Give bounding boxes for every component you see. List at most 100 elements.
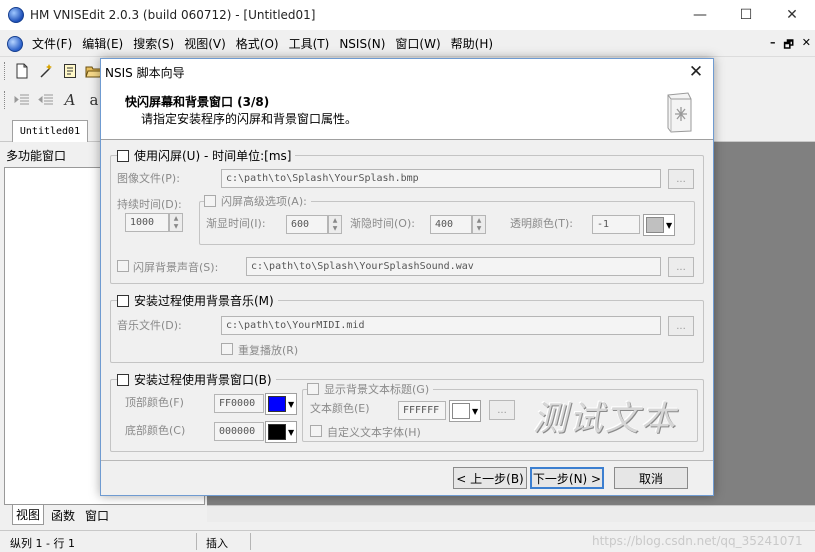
fadeout-spinner[interactable]: ▲ ▼ — [472, 215, 486, 234]
fadein-label: 渐显时间(I): — [206, 217, 266, 230]
music-group: 安装过程使用背景音乐(M) 音乐文件(D): c:\path\to\YourMI… — [110, 292, 704, 363]
fadeout-input[interactable]: 400 — [430, 215, 472, 234]
menu-window[interactable]: 窗口(W) — [390, 35, 445, 52]
wizard-wand-icon[interactable] — [37, 62, 55, 80]
tab-windows[interactable]: 窗口 — [82, 506, 112, 525]
window-controls: — ☐ ✕ — [677, 0, 815, 30]
repeat-label: 重复播放(R) — [238, 344, 299, 357]
splash-sound-label: 闪屏背景声音(S): — [133, 261, 219, 274]
duration-input[interactable]: 1000 — [125, 213, 169, 232]
close-window-button[interactable]: ✕ — [769, 0, 815, 30]
image-file-label: 图像文件(P): — [117, 172, 180, 185]
menu-bar: 文件(F) 编辑(E) 搜索(S) 视图(V) 格式(O) 工具(T) NSIS… — [0, 31, 815, 57]
font-browse-button[interactable]: ... — [489, 400, 515, 420]
advanced-options-checkbox[interactable] — [204, 195, 216, 207]
insert-mode: 插入 — [206, 537, 228, 550]
app-logo-icon — [8, 7, 24, 23]
bottom-color-picker[interactable]: ▼ — [265, 421, 297, 443]
back-button[interactable]: < 上一步(B) — [453, 467, 527, 489]
toolbar-grip[interactable] — [4, 62, 7, 80]
sound-browse-button[interactable]: ... — [668, 257, 694, 277]
step-title: 快闪屏幕和背景窗口 (3/8) — [125, 95, 270, 109]
new-file-icon[interactable] — [13, 62, 31, 80]
advanced-options-label: 闪屏高级选项(A): — [221, 195, 307, 208]
watermark-text: https://blog.csdn.net/qq_35241071 — [592, 534, 803, 548]
mdi-restore-button[interactable]: 🗗 — [783, 36, 793, 55]
dialog-titlebar: NSIS 脚本向导 ✕ — [101, 59, 713, 85]
show-title-label: 显示背景文本标题(G) — [324, 383, 430, 396]
text-color-label: 文本颜色(E) — [310, 402, 370, 415]
advanced-legend: 闪屏高级选项(A): — [204, 193, 311, 209]
minimize-button[interactable]: — — [677, 0, 723, 30]
text-color-picker[interactable]: ▼ — [449, 400, 481, 422]
fadein-input[interactable]: 600 — [286, 215, 328, 234]
bottom-color-input[interactable]: 000000 — [214, 422, 264, 441]
mdi-close-button[interactable]: ✕ — [802, 36, 811, 55]
advanced-options-group: 闪屏高级选项(A): 渐显时间(I): 600 ▲ ▼ 渐隐时间(O): 400 … — [199, 193, 695, 245]
toolbar-grip[interactable] — [4, 91, 7, 109]
splash-legend: 使用闪屏(U) - 时间单位:[ms] — [117, 147, 296, 164]
duration-spinner[interactable]: ▲ ▼ — [169, 213, 183, 232]
cancel-button[interactable]: 取消 — [614, 467, 688, 489]
top-color-swatch — [268, 396, 286, 412]
template-icon[interactable] — [61, 62, 79, 80]
tab-functions[interactable]: 函数 — [48, 506, 78, 525]
indent-icon[interactable] — [13, 91, 31, 109]
cursor-position: 纵列 1 - 行 1 — [10, 537, 75, 550]
font-style-icon[interactable]: A — [61, 91, 79, 109]
show-title-legend: 显示背景文本标题(G) — [307, 381, 434, 397]
menu-view[interactable]: 视图(V) — [179, 35, 231, 52]
document-system-icon[interactable] — [7, 35, 23, 52]
repeat-checkbox[interactable] — [221, 343, 233, 355]
splash-group: 使用闪屏(U) - 时间单位:[ms] 图像文件(P): c:\path\to\… — [110, 147, 704, 284]
nsis-script-wizard-dialog: NSIS 脚本向导 ✕ 快闪屏幕和背景窗口 (3/8) 请指定安装程序的闪屏和背… — [100, 58, 714, 496]
music-file-label: 音乐文件(D): — [117, 319, 182, 332]
status-divider — [196, 533, 197, 550]
step-subtitle: 请指定安装程序的闪屏和背景窗口属性。 — [141, 112, 358, 126]
preview-text: 测试文本 — [533, 398, 677, 439]
maximize-button[interactable]: ☐ — [723, 0, 769, 30]
top-color-input[interactable]: FF0000 — [214, 394, 264, 413]
next-button[interactable]: 下一步(N) > — [530, 467, 604, 489]
use-music-checkbox[interactable] — [117, 294, 129, 307]
image-file-input[interactable]: c:\path\to\Splash\YourSplash.bmp — [221, 169, 661, 188]
music-browse-button[interactable]: ... — [668, 316, 694, 336]
use-background-label: 安装过程使用背景窗口(B) — [134, 373, 272, 387]
fadein-spinner[interactable]: ▲ ▼ — [328, 215, 342, 234]
tab-untitled01[interactable]: Untitled01 — [12, 120, 88, 142]
menu-tools[interactable]: 工具(T) — [284, 35, 335, 52]
dialog-header: 快闪屏幕和背景窗口 (3/8) 请指定安装程序的闪屏和背景窗口属性。 — [101, 85, 713, 140]
music-file-input[interactable]: c:\path\to\YourMIDI.mid — [221, 316, 661, 335]
status-divider — [250, 533, 251, 550]
custom-font-checkbox[interactable] — [310, 425, 322, 437]
format-toolbar: A a — [0, 87, 103, 113]
menu-nsis[interactable]: NSIS(N) — [334, 37, 390, 51]
menu-format[interactable]: 格式(O) — [231, 35, 284, 52]
fadeout-label: 渐隐时间(O): — [350, 217, 415, 230]
menu-edit[interactable]: 编辑(E) — [77, 35, 128, 52]
text-color-input[interactable]: FFFFFF — [398, 401, 446, 420]
splash-sound-checkbox[interactable] — [117, 260, 129, 272]
app-titlebar: HM VNISEdit 2.0.3 (build 060712) - [Unti… — [0, 0, 815, 30]
chevron-down-icon: ▼ — [288, 399, 295, 409]
menu-help[interactable]: 帮助(H) — [446, 35, 498, 52]
show-title-checkbox[interactable] — [307, 383, 319, 395]
custom-font-label: 自定义文本字体(H) — [327, 426, 421, 439]
dialog-close-button[interactable]: ✕ — [685, 61, 707, 83]
image-browse-button[interactable]: ... — [668, 169, 694, 189]
use-music-label: 安装过程使用背景音乐(M) — [134, 294, 274, 308]
transparent-color-input[interactable]: -1 — [592, 215, 640, 234]
menu-search[interactable]: 搜索(S) — [128, 35, 179, 52]
horizontal-scrollbar[interactable] — [207, 505, 815, 522]
tab-view[interactable]: 视图 — [12, 505, 45, 525]
transparent-color-picker[interactable]: ▼ — [643, 214, 675, 236]
splash-sound-input[interactable]: c:\path\to\Splash\YourSplashSound.wav — [246, 257, 661, 276]
mdi-minimize-button[interactable]: – — [770, 36, 776, 55]
top-color-picker[interactable]: ▼ — [265, 393, 297, 415]
app-title: HM VNISEdit 2.0.3 (build 060712) - [Unti… — [30, 8, 316, 22]
use-splash-checkbox[interactable] — [117, 149, 129, 162]
menu-file[interactable]: 文件(F) — [27, 35, 77, 52]
bottom-color-label: 底部颜色(C) — [125, 424, 186, 437]
use-background-checkbox[interactable] — [117, 373, 129, 386]
outdent-icon[interactable] — [37, 91, 55, 109]
